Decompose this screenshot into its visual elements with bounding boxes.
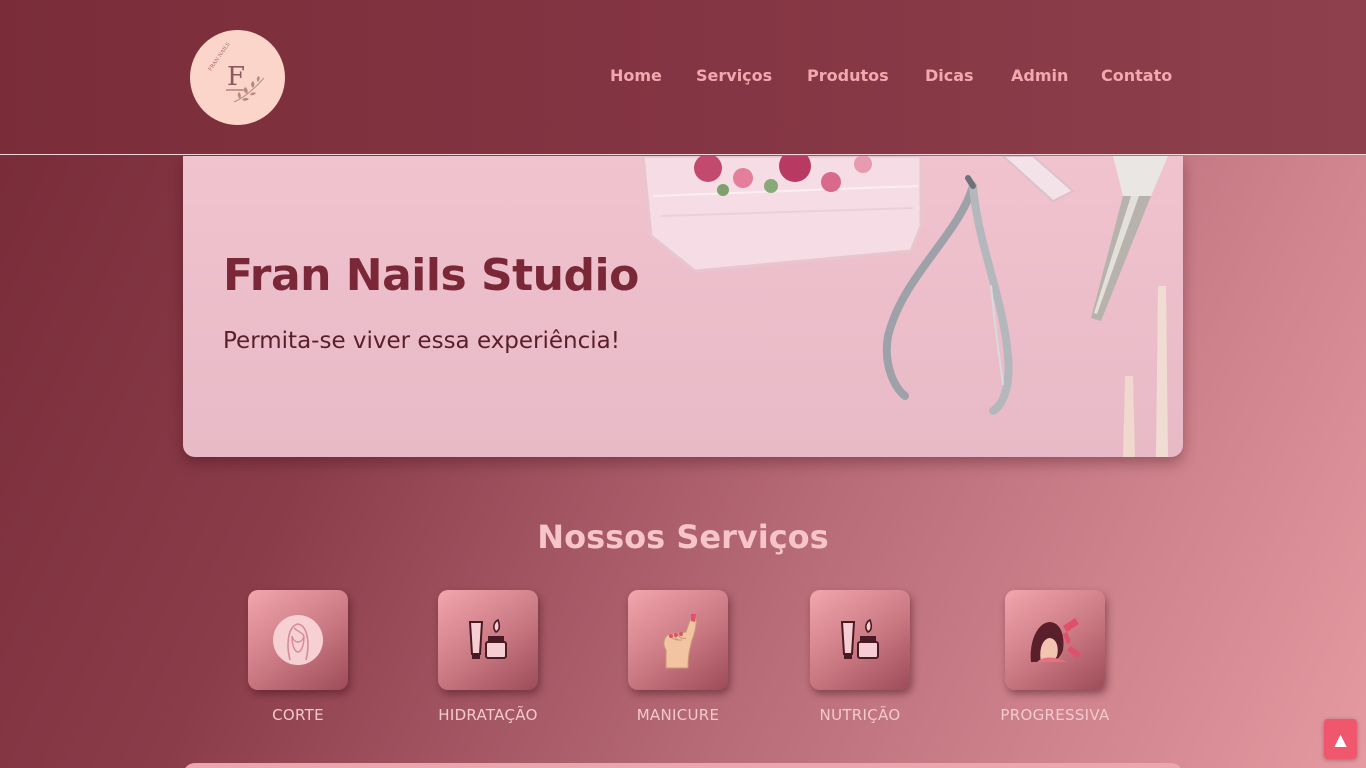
cosmetics-icon: [468, 618, 507, 659]
hero-banner: Fran Nails Studio Permita-se viver essa …: [183, 156, 1183, 457]
service-label: HIDRATAÇÃO: [438, 706, 538, 724]
service-nutricao[interactable]: NUTRIÇÃO: [790, 590, 930, 730]
glass-vial-icon: [1001, 156, 1075, 203]
nav-contato[interactable]: Contato: [1101, 66, 1172, 85]
service-progressiva[interactable]: PROGRESSIVA: [985, 590, 1125, 730]
service-card[interactable]: [810, 590, 910, 690]
woman-face-icon: [273, 615, 323, 665]
nav-admin[interactable]: Admin: [1011, 66, 1068, 85]
service-label: MANICURE: [636, 706, 720, 724]
arrow-up-icon: ▲: [1334, 729, 1347, 749]
service-card[interactable]: [1005, 590, 1105, 690]
next-section-edge: [183, 763, 1183, 768]
service-corte[interactable]: CORTE: [228, 590, 368, 730]
main-nav: Home Serviços Produtos Dicas Admin Conta…: [0, 66, 1366, 90]
site-header: FRAN NAILS F Home Serviços Produtos Dica…: [0, 0, 1366, 155]
hero-title: Fran Nails Studio: [223, 250, 639, 301]
pusher-tool-icon: [1091, 156, 1168, 321]
glass-box-icon: [641, 156, 923, 273]
nail-hand-icon: [663, 613, 697, 669]
service-card[interactable]: [438, 590, 538, 690]
hero-subtitle: Permita-se viver essa experiência!: [223, 328, 620, 354]
nav-dicas[interactable]: Dicas: [925, 66, 974, 85]
service-card[interactable]: [628, 590, 728, 690]
cosmetics-icon: [840, 618, 879, 659]
hero-image: [641, 156, 1168, 457]
service-hidratacao[interactable]: HIDRATAÇÃO: [418, 590, 558, 730]
orange-stick-icon: [1123, 286, 1168, 457]
hair-dryer-icon: [1030, 618, 1081, 662]
nav-home[interactable]: Home: [610, 66, 662, 85]
scroll-top-button[interactable]: ▲: [1324, 719, 1357, 759]
service-label: PROGRESSIVA: [1000, 706, 1110, 724]
nav-produtos[interactable]: Produtos: [807, 66, 889, 85]
service-manicure[interactable]: MANICURE: [608, 590, 748, 730]
service-label: NUTRIÇÃO: [819, 706, 901, 724]
services-title: Nossos Serviços: [537, 518, 829, 556]
nav-servicos[interactable]: Serviços: [696, 66, 772, 85]
service-label: CORTE: [272, 706, 324, 724]
service-card[interactable]: [248, 590, 348, 690]
